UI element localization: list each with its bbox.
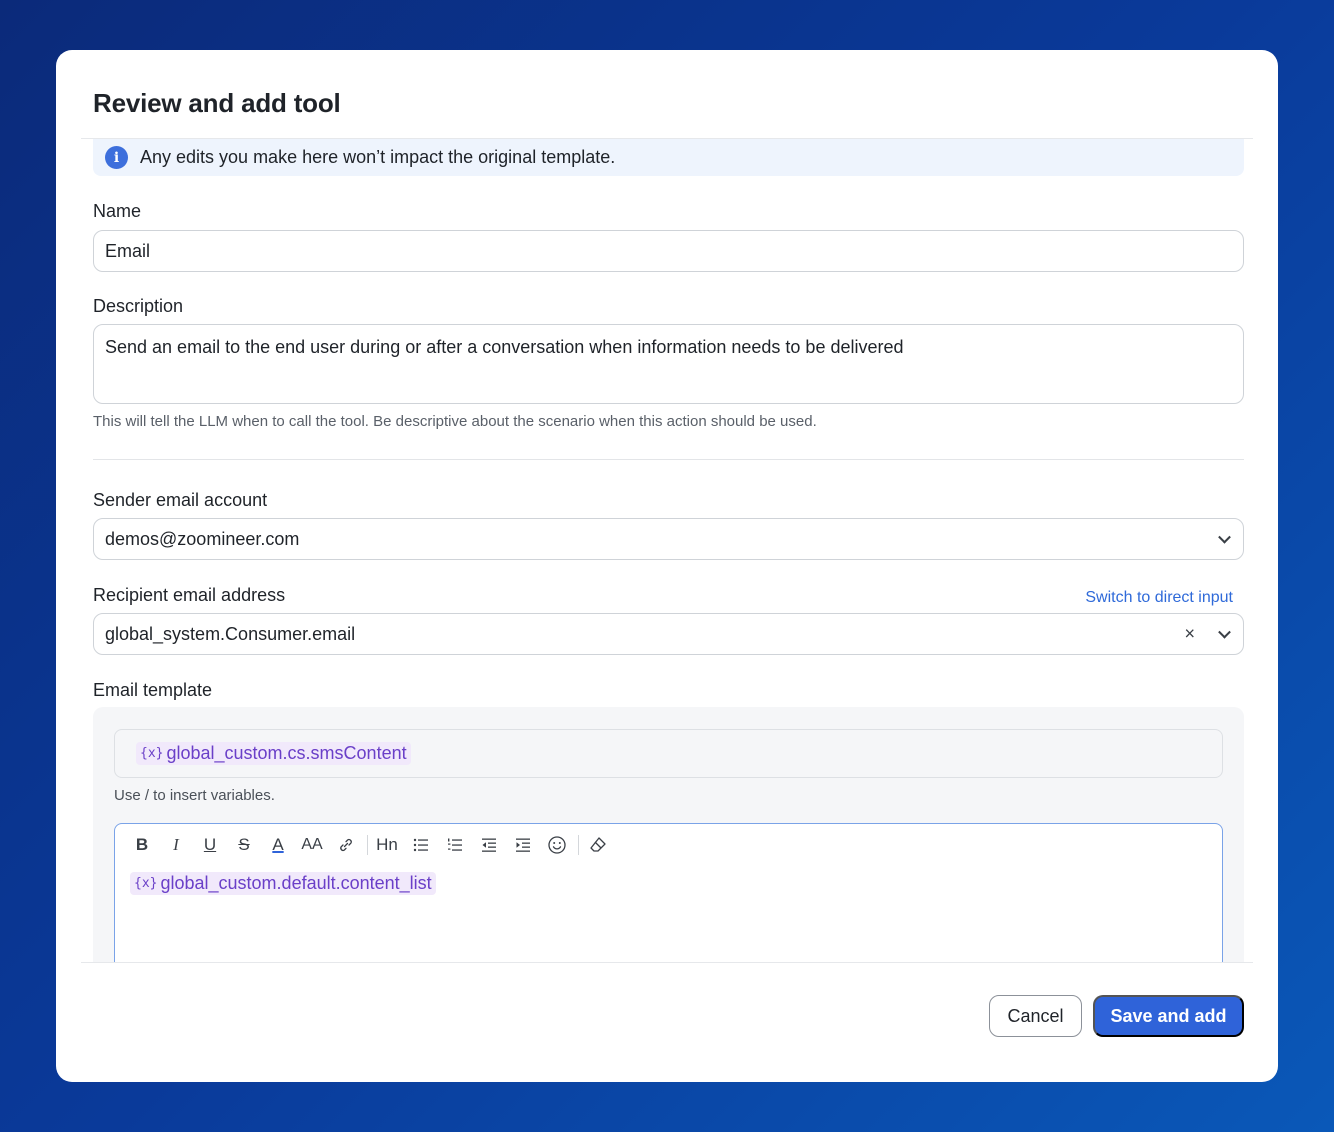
email-template-panel: {x} global_custom.cs.smsContent Use / to… [93,707,1244,962]
dialog-scroll-area[interactable]: i Any edits you make here won’t impact t… [81,138,1253,963]
underline-button[interactable]: U [197,832,223,858]
variable-icon: {x} [134,876,158,891]
italic-button[interactable]: I [163,832,189,858]
editor-content[interactable]: {x} global_custom.default.content_list [130,872,436,895]
font-size-button[interactable]: AA [299,832,325,858]
template-subject-input[interactable]: {x} global_custom.cs.smsContent [114,729,1223,778]
info-banner: i Any edits you make here won’t impact t… [93,139,1244,176]
link-icon[interactable] [333,832,359,858]
chevron-down-icon[interactable] [1218,625,1231,639]
rich-text-editor[interactable]: B I U S A AA Hn {x} global_custom.defaul… [114,823,1223,962]
description-helper: This will tell the LLM when to call the … [93,413,817,430]
variable-chip-label: global_custom.default.content_list [160,873,432,893]
clear-icon[interactable]: × [1184,624,1195,645]
bold-button[interactable]: B [129,832,155,858]
description-label: Description [93,296,184,316]
info-icon: i [105,146,128,169]
strikethrough-button[interactable]: S [231,832,257,858]
recipient-select[interactable]: global_system.Consumer.email × [93,613,1244,655]
description-value: Send an email to the end user during or … [105,337,904,357]
sender-label: Sender email account [93,490,268,510]
email-template-label: Email template [93,680,213,700]
dialog-title: Review and add tool [93,88,341,118]
name-label: Name [93,201,142,221]
section-divider [93,459,1244,460]
heading-button[interactable]: Hn [374,832,400,858]
sender-select-value: demos@zoomineer.com [105,528,300,549]
toolbar-divider [578,835,579,855]
variable-icon: {x} [140,746,164,761]
switch-to-direct-input-link[interactable]: Switch to direct input [1085,589,1233,607]
variable-chip[interactable]: {x} global_custom.default.content_list [130,872,436,895]
variable-chip-label: global_custom.cs.smsContent [166,743,407,763]
emoji-icon[interactable] [544,832,570,858]
outdent-icon[interactable] [476,832,502,858]
variable-chip[interactable]: {x} global_custom.cs.smsContent [136,742,411,765]
editor-toolbar: B I U S A AA Hn [129,832,619,858]
recipient-label: Recipient email address [93,585,286,605]
name-input-value: Email [105,240,151,261]
save-and-add-button[interactable]: Save and add [1093,995,1244,1037]
bullet-list-icon[interactable] [408,832,434,858]
template-helper: Use / to insert variables. [114,787,275,804]
font-color-button[interactable]: A [265,832,291,858]
toolbar-divider [367,835,368,855]
recipient-select-value: global_system.Consumer.email [105,623,356,644]
numbered-list-icon[interactable] [442,832,468,858]
dialog-footer: Cancel Save and add [56,963,1278,1082]
cancel-button[interactable]: Cancel [989,995,1082,1037]
name-input[interactable]: Email [93,230,1244,272]
indent-icon[interactable] [510,832,536,858]
review-add-tool-dialog: Review and add tool i Any edits you make… [56,50,1278,1082]
sender-select[interactable]: demos@zoomineer.com [93,518,1244,560]
description-textarea[interactable]: Send an email to the end user during or … [93,324,1244,404]
chevron-down-icon[interactable] [1218,530,1231,544]
clear-format-icon[interactable] [585,832,611,858]
info-banner-text: Any edits you make here won’t impact the… [140,147,616,167]
